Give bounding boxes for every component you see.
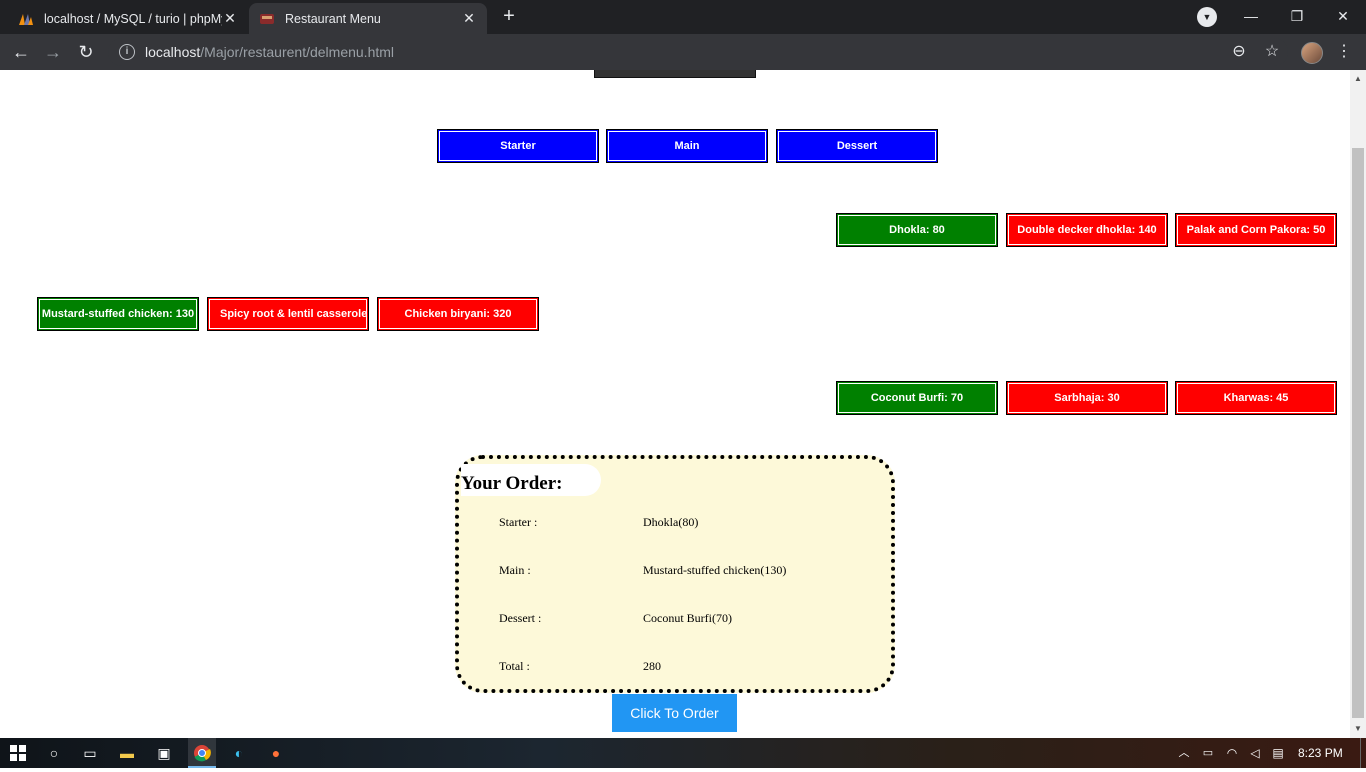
order-value-total: 280 (643, 659, 661, 673)
arrow-left-icon[interactable]: ← (10, 41, 32, 63)
order-label-starter: Starter : (499, 515, 538, 529)
item-label: Spicy root & lentil casserole: 200 (220, 308, 369, 320)
item-label: Palak and Corn Pakora: 50 (1186, 224, 1326, 236)
close-icon[interactable]: ✕ (222, 10, 238, 27)
windows-taskbar: ○ ▭ ▬ ▣ ◐ ● ︿ ▭ ◠ ◁ ▤ 8:23 PM (0, 738, 1366, 768)
tab-bar: localhost / MySQL / turio | phpMyAdmin ✕… (0, 0, 1366, 34)
category-starter-button[interactable]: Starter (437, 129, 599, 163)
tab-restaurant-menu[interactable]: Restaurant Menu ✕ (249, 3, 487, 34)
chrome-icon[interactable] (188, 738, 216, 768)
starter-item-button[interactable]: Palak and Corn Pakora: 50 (1175, 213, 1337, 247)
scroll-up-icon[interactable]: ▲ (1350, 72, 1366, 86)
order-value-dessert: Coconut Burfi(70) (643, 611, 732, 625)
search-icon[interactable]: ○ (44, 743, 64, 763)
chevron-down-icon[interactable]: ▼ (1197, 7, 1217, 27)
starter-item-button[interactable]: Double decker dhokla: 140 (1006, 213, 1168, 247)
restaurant-icon (260, 13, 274, 24)
main-item-button[interactable]: Chicken biryani: 320 (377, 297, 539, 331)
item-label: Kharwas: 45 (1223, 392, 1289, 404)
tab-title: Restaurant Menu (285, 11, 381, 26)
reload-icon[interactable]: ↻ (75, 41, 97, 63)
star-icon[interactable]: ☆ (1261, 41, 1283, 63)
page-content: Starter Main Dessert Dhokla: 80 Double d… (0, 70, 1350, 738)
restore-icon[interactable]: ❐ (1274, 0, 1320, 32)
task-view-icon[interactable]: ▭ (80, 743, 100, 763)
browser-toolbar: ← → ↻ i localhost/Major/restaurent/delme… (0, 34, 1366, 70)
dessert-item-button[interactable]: Sarbhaja: 30 (1006, 381, 1168, 415)
close-icon[interactable]: ✕ (461, 10, 477, 27)
tab-title: localhost / MySQL / turio | phpMyAdmin (44, 11, 222, 26)
new-tab-button[interactable]: + (498, 6, 520, 28)
kebab-menu-icon[interactable]: ⋮ (1336, 40, 1352, 64)
windows-start-icon[interactable] (8, 743, 28, 763)
phpmyadmin-icon (19, 13, 33, 25)
dessert-item-button[interactable]: Kharwas: 45 (1175, 381, 1337, 415)
arrow-right-icon[interactable]: → (42, 41, 64, 63)
order-value-starter: Dhokla(80) (643, 515, 699, 529)
order-label-total: Total : (499, 659, 530, 673)
url-path: /Major/restaurent/delmenu.html (200, 44, 395, 60)
scrollbar-thumb[interactable] (1352, 148, 1364, 718)
order-summary: Your Order: Starter : Dhokla(80) Main : … (455, 455, 895, 693)
avatar[interactable] (1301, 42, 1323, 64)
scroll-down-icon[interactable]: ▼ (1350, 722, 1366, 736)
main-item-button[interactable]: Spicy root & lentil casserole: 200 (207, 297, 369, 331)
item-label: Coconut Burfi: 70 (870, 392, 964, 404)
volume-icon[interactable]: ◁ (1245, 743, 1265, 763)
minimize-icon[interactable]: — (1228, 0, 1274, 32)
order-label-main: Main : (499, 563, 531, 577)
order-heading: Your Order: (461, 464, 601, 496)
order-label-dessert: Dessert : (499, 611, 542, 625)
page-scrollbar[interactable]: ▲ ▼ (1350, 70, 1366, 738)
address-bar[interactable]: i localhost/Major/restaurent/delmenu.htm… (108, 38, 1288, 66)
edge-icon[interactable]: ◐ (229, 743, 249, 763)
main-item-button[interactable]: Mustard-stuffed chicken: 130 (37, 297, 199, 331)
item-label: Sarbhaja: 30 (1054, 392, 1120, 404)
item-label: Chicken biryani: 320 (404, 308, 512, 320)
item-label: Dhokla: 80 (889, 224, 945, 236)
url-host: localhost (145, 44, 201, 60)
info-icon[interactable]: i (119, 44, 135, 60)
battery-icon[interactable]: ▭ (1198, 743, 1218, 763)
zoom-out-icon[interactable]: ⊖ (1228, 41, 1250, 63)
starter-item-button[interactable]: Dhokla: 80 (836, 213, 998, 247)
firefox-icon[interactable]: ● (266, 743, 286, 763)
click-to-order-button[interactable]: Click To Order (612, 694, 737, 732)
dessert-item-button[interactable]: Coconut Burfi: 70 (836, 381, 998, 415)
category-dessert-button[interactable]: Dessert (776, 129, 938, 163)
button-label: Starter (500, 140, 536, 152)
tab-phpmyadmin[interactable]: localhost / MySQL / turio | phpMyAdmin ✕ (8, 3, 248, 34)
button-label: Main (674, 140, 700, 152)
wifi-icon[interactable]: ◠ (1222, 743, 1242, 763)
url-text: localhost/Major/restaurent/delmenu.html (145, 44, 394, 60)
order-value-main: Mustard-stuffed chicken(130) (643, 563, 787, 577)
show-desktop-divider[interactable] (1360, 738, 1361, 768)
notification-icon[interactable]: ▤ (1268, 743, 1288, 763)
category-main-button[interactable]: Main (606, 129, 768, 163)
chevron-up-icon[interactable]: ︿ (1174, 743, 1194, 763)
close-window-icon[interactable]: ✕ (1320, 0, 1366, 32)
taskbar-clock[interactable]: 8:23 PM (1298, 738, 1343, 768)
file-explorer-icon[interactable]: ▬ (117, 743, 137, 763)
header-button[interactable] (594, 70, 756, 78)
store-icon[interactable]: ▣ (154, 743, 174, 763)
item-label: Double decker dhokla: 140 (1017, 224, 1157, 236)
item-label: Mustard-stuffed chicken: 130 (41, 308, 195, 320)
button-label: Dessert (836, 140, 878, 152)
